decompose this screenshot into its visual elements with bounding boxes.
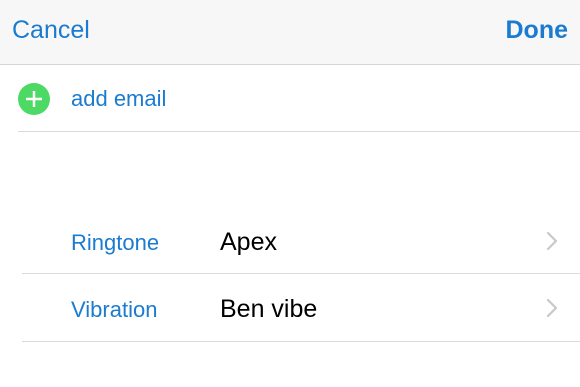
vibration-value: Ben vibe <box>220 295 318 323</box>
divider <box>22 341 580 342</box>
ringtone-label: Ringtone <box>71 230 160 255</box>
divider <box>18 131 580 132</box>
vibration-row[interactable]: Vibration Ben vibe <box>0 275 580 341</box>
navigation-bar: Cancel Done <box>0 0 580 65</box>
divider <box>22 273 580 274</box>
ringtone-value: Apex <box>220 228 277 256</box>
ringtone-row[interactable]: Ringtone Apex <box>0 208 580 274</box>
vibration-label: Vibration <box>71 297 158 322</box>
cancel-button[interactable]: Cancel <box>12 14 90 46</box>
add-email-label: add email <box>71 86 167 111</box>
chevron-right-icon <box>546 231 558 251</box>
chevron-right-icon <box>546 298 558 318</box>
plus-circle-icon[interactable] <box>18 83 50 115</box>
add-email-row[interactable]: add email <box>0 65 580 131</box>
done-button[interactable]: Done <box>506 14 569 46</box>
